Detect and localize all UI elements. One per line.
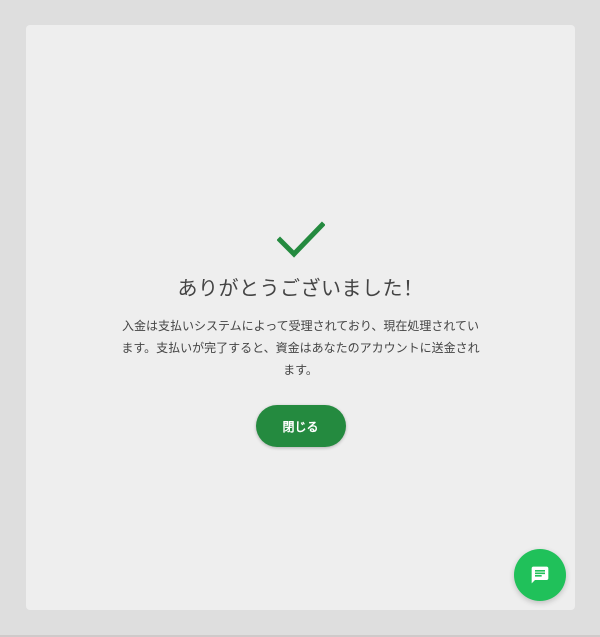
dialog-content: ありがとうございました！ 入金は支払いシステムによって受理されており、現在処理さ…	[26, 221, 575, 447]
confirmation-dialog: ありがとうございました！ 入金は支払いシステムによって受理されており、現在処理さ…	[26, 25, 575, 610]
checkmark-icon	[276, 221, 325, 258]
dialog-message: 入金は支払いシステムによって受理されており、現在処理されています。支払いが完了す…	[121, 319, 480, 377]
close-button[interactable]: 閉じる	[255, 405, 346, 447]
dialog-title: ありがとうございました！	[177, 276, 424, 300]
chat-icon	[531, 566, 549, 584]
chat-button[interactable]	[514, 549, 566, 601]
